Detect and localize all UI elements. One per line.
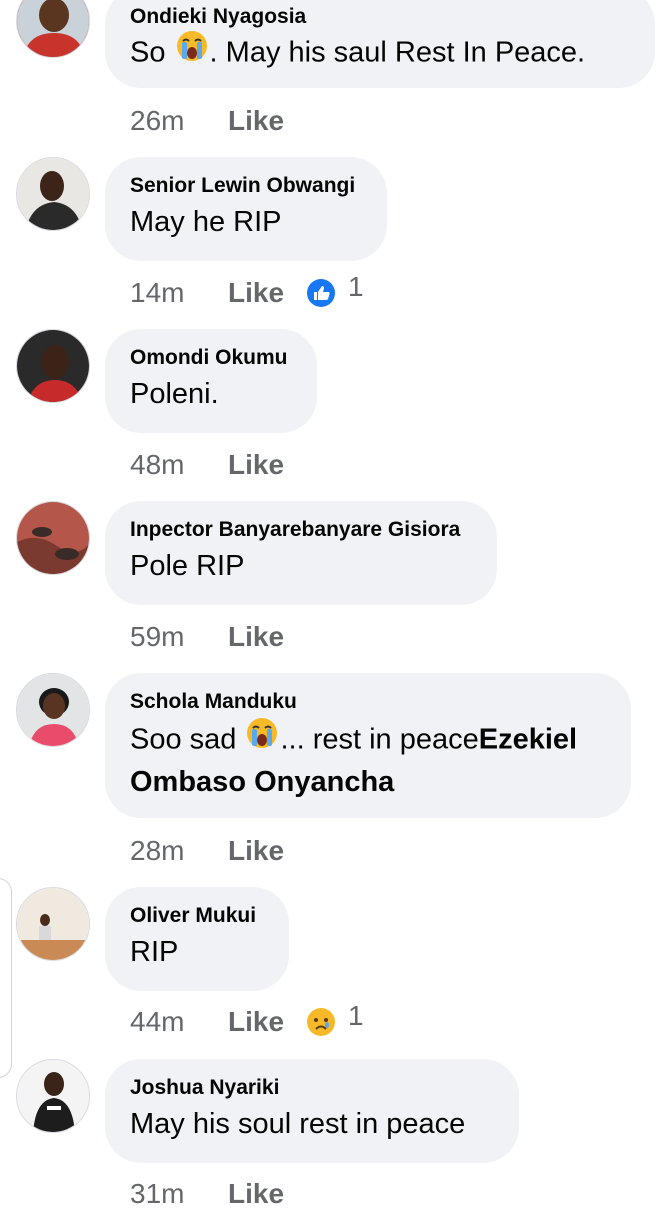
comment-time[interactable]: 44m bbox=[130, 1006, 228, 1038]
crying-face-icon bbox=[244, 716, 280, 760]
comment-author[interactable]: Schola Manduku bbox=[130, 689, 605, 715]
avatar[interactable] bbox=[16, 0, 90, 58]
comment-author[interactable]: Omondi Okumu bbox=[130, 345, 291, 371]
avatar-photo bbox=[17, 330, 89, 402]
avatar-photo bbox=[17, 158, 89, 230]
comment-text: Soo sad ... rest in peaceEzekiel Ombaso … bbox=[130, 716, 605, 801]
thumbs-up-icon bbox=[306, 278, 336, 308]
comment-author[interactable]: Joshua Nyariki bbox=[130, 1075, 493, 1101]
avatar-photo bbox=[17, 888, 89, 960]
reaction-summary[interactable]: 1 bbox=[306, 271, 364, 309]
reaction-count: 1 bbox=[348, 1000, 364, 1031]
comment-meta: 48m Like bbox=[130, 449, 284, 481]
comment-meta: 28m Like bbox=[130, 835, 284, 867]
crying-face-icon bbox=[174, 29, 210, 73]
sad-face-icon bbox=[306, 1007, 336, 1037]
comment-meta: 14m Like 1 bbox=[130, 271, 364, 309]
comment-time[interactable]: 28m bbox=[130, 835, 228, 867]
comment-meta: 59m Like bbox=[130, 621, 284, 653]
comment-bubble: Inpector Banyarebanyare Gisiora Pole RIP bbox=[105, 501, 497, 605]
comment-bubble: Omondi Okumu Poleni. bbox=[105, 329, 317, 433]
like-button[interactable]: Like bbox=[228, 621, 284, 653]
avatar[interactable] bbox=[16, 673, 90, 747]
comment-bubble: Ondieki Nyagosia So . May his saul Rest … bbox=[105, 0, 655, 88]
like-button[interactable]: Like bbox=[228, 105, 284, 137]
comment-text: RIP bbox=[130, 936, 179, 968]
partial-side-panel bbox=[0, 878, 12, 1078]
comment-author[interactable]: Senior Lewin Obwangi bbox=[130, 173, 361, 199]
comment-meta: 26m Like bbox=[130, 105, 284, 137]
comment-meta: 31m Like bbox=[130, 1178, 284, 1210]
like-button[interactable]: Like bbox=[228, 835, 284, 867]
comment-meta: 44m Like 1 bbox=[130, 1000, 364, 1038]
reaction-count: 1 bbox=[348, 271, 364, 302]
reaction-summary[interactable]: 1 bbox=[306, 1000, 364, 1038]
avatar-photo bbox=[17, 1060, 89, 1132]
comment-author[interactable]: Oliver Mukui bbox=[130, 903, 263, 929]
avatar[interactable] bbox=[16, 1059, 90, 1133]
avatar[interactable] bbox=[16, 329, 90, 403]
like-button[interactable]: Like bbox=[228, 1178, 284, 1210]
comment-author[interactable]: Inpector Banyarebanyare Gisiora bbox=[130, 517, 471, 543]
avatar-photo bbox=[17, 502, 89, 574]
avatar-photo bbox=[17, 0, 89, 57]
avatar[interactable] bbox=[16, 887, 90, 961]
comment-time[interactable]: 48m bbox=[130, 449, 228, 481]
comment-text: May he RIP bbox=[130, 206, 282, 238]
avatar[interactable] bbox=[16, 157, 90, 231]
comment-time[interactable]: 31m bbox=[130, 1178, 228, 1210]
like-button[interactable]: Like bbox=[228, 449, 284, 481]
comment-bubble: Oliver Mukui RIP bbox=[105, 887, 289, 991]
comment-text: So . May his saul Rest In Peace. bbox=[130, 29, 629, 76]
like-button[interactable]: Like bbox=[228, 1006, 284, 1038]
like-button[interactable]: Like bbox=[228, 277, 284, 309]
comment-text: May his soul rest in peace bbox=[130, 1108, 466, 1140]
comment-time[interactable]: 59m bbox=[130, 621, 228, 653]
comment-text: Pole RIP bbox=[130, 550, 245, 582]
comment-text: Poleni. bbox=[130, 378, 219, 410]
comment-bubble: Senior Lewin Obwangi May he RIP bbox=[105, 157, 387, 261]
comment-time[interactable]: 14m bbox=[130, 277, 228, 309]
avatar-photo bbox=[17, 674, 89, 746]
comment-bubble: Schola Manduku Soo sad ... rest in peace… bbox=[105, 673, 631, 818]
comment-time[interactable]: 26m bbox=[130, 105, 228, 137]
comment-author[interactable]: Ondieki Nyagosia bbox=[130, 4, 629, 30]
avatar[interactable] bbox=[16, 501, 90, 575]
comment-bubble: Joshua Nyariki May his soul rest in peac… bbox=[105, 1059, 519, 1163]
